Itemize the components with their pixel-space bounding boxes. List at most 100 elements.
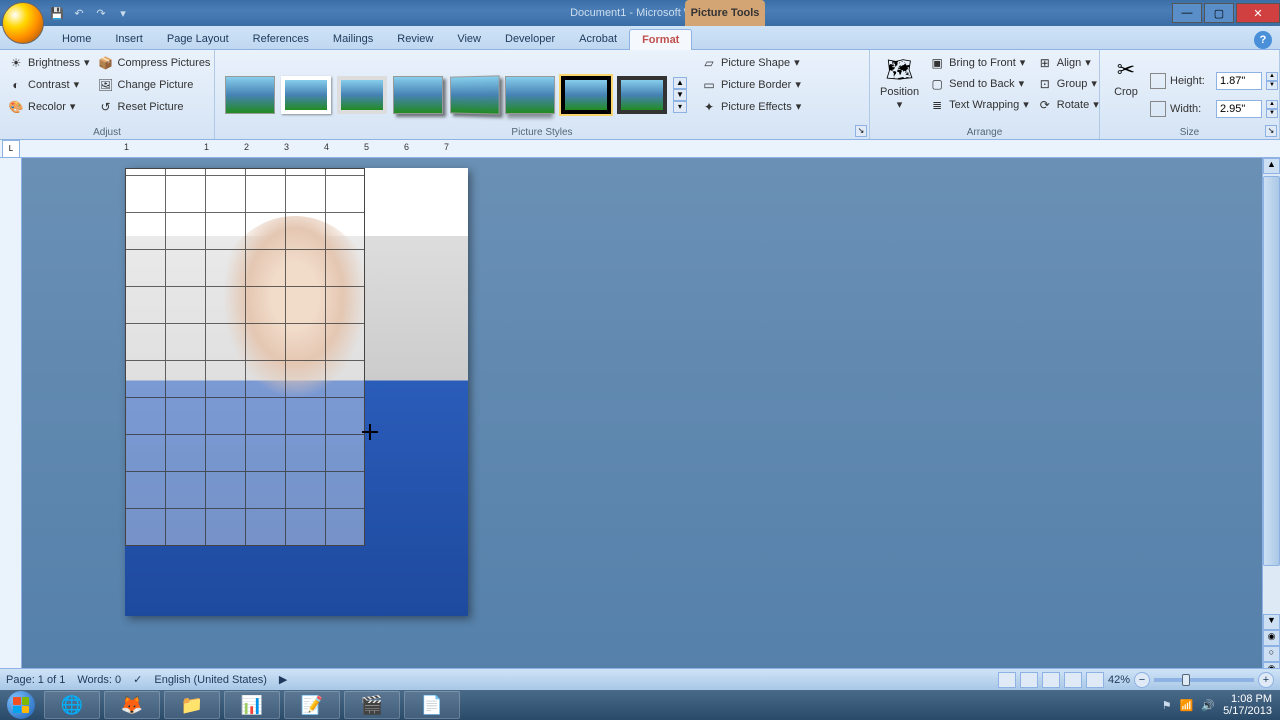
- height-icon: [1150, 73, 1166, 89]
- taskbar-firefox[interactable]: 🦊: [104, 691, 160, 719]
- brightness-button[interactable]: ☀Brightness ▾: [4, 52, 94, 73]
- maximize-button[interactable]: ▢: [1204, 3, 1234, 23]
- gallery-scroll-down[interactable]: ▼: [673, 89, 687, 101]
- width-input[interactable]: [1216, 100, 1262, 118]
- style-thumb-6[interactable]: [505, 76, 555, 114]
- zoom-slider-thumb[interactable]: [1182, 674, 1190, 686]
- group-button[interactable]: ⊡Group ▾: [1033, 73, 1103, 94]
- align-button[interactable]: ⊞Align ▾: [1033, 52, 1103, 73]
- style-thumb-2[interactable]: [281, 76, 331, 114]
- outline-view-button[interactable]: [1064, 672, 1082, 688]
- style-thumb-1[interactable]: [225, 76, 275, 114]
- height-spin-up[interactable]: ▲: [1266, 72, 1278, 81]
- tab-selector[interactable]: L: [2, 140, 20, 158]
- clock[interactable]: 1:08 PM 5/17/2013: [1223, 693, 1272, 717]
- style-thumb-3[interactable]: [337, 76, 387, 114]
- page-indicator[interactable]: Page: 1 of 1: [6, 674, 65, 686]
- proofing-icon[interactable]: ✓: [133, 673, 142, 686]
- picture-shape-button[interactable]: ▱Picture Shape ▾: [697, 52, 805, 73]
- rotate-button[interactable]: ⟳Rotate ▾: [1033, 94, 1103, 115]
- minimize-button[interactable]: —: [1172, 3, 1202, 23]
- size-dialog-launcher[interactable]: ↘: [1265, 125, 1277, 137]
- zoom-level[interactable]: 42%: [1108, 674, 1130, 686]
- vertical-scrollbar[interactable]: ▲ ▼ ◉ ○ ◉: [1262, 158, 1280, 678]
- height-spin-down[interactable]: ▼: [1266, 81, 1278, 90]
- close-button[interactable]: ✕: [1236, 3, 1280, 23]
- prev-page-button[interactable]: ◉: [1263, 630, 1280, 646]
- gallery-scroll-up[interactable]: ▲: [673, 77, 687, 89]
- redo-button[interactable]: ↷: [92, 4, 110, 22]
- gallery-more-button[interactable]: ▾: [673, 101, 687, 113]
- style-thumb-5[interactable]: [450, 75, 500, 114]
- width-spin-down[interactable]: ▼: [1266, 109, 1278, 118]
- help-button[interactable]: ?: [1254, 31, 1272, 49]
- vertical-ruler[interactable]: [0, 158, 22, 678]
- zoom-out-button[interactable]: −: [1134, 672, 1150, 688]
- tab-page-layout[interactable]: Page Layout: [155, 29, 241, 49]
- scroll-thumb[interactable]: [1263, 176, 1280, 566]
- taskbar-chrome[interactable]: 🌐: [44, 691, 100, 719]
- qat-customize[interactable]: ▾: [114, 4, 132, 22]
- contrast-button[interactable]: ◐Contrast ▾: [4, 74, 94, 95]
- tab-developer[interactable]: Developer: [493, 29, 567, 49]
- tab-references[interactable]: References: [241, 29, 321, 49]
- taskbar-notepad[interactable]: 📝: [284, 691, 340, 719]
- bring-to-front-button[interactable]: ▣Bring to Front ▾: [925, 52, 1033, 73]
- print-layout-view-button[interactable]: [998, 672, 1016, 688]
- tray-flag-icon[interactable]: ⚑: [1162, 699, 1172, 712]
- web-layout-view-button[interactable]: [1042, 672, 1060, 688]
- width-spin-up[interactable]: ▲: [1266, 100, 1278, 109]
- taskbar-explorer[interactable]: 📁: [164, 691, 220, 719]
- taskbar-media[interactable]: 🎬: [344, 691, 400, 719]
- tray-volume-icon[interactable]: 🔊: [1201, 699, 1215, 712]
- page[interactable]: [125, 168, 468, 616]
- picture-border-button[interactable]: ▭Picture Border ▾: [697, 74, 805, 95]
- office-button[interactable]: [2, 2, 44, 44]
- style-thumb-4[interactable]: [393, 76, 443, 114]
- recolor-button[interactable]: 🎨Recolor ▾: [4, 96, 94, 117]
- full-screen-view-button[interactable]: [1020, 672, 1038, 688]
- document-area[interactable]: [22, 158, 1280, 678]
- tab-review[interactable]: Review: [385, 29, 445, 49]
- styles-dialog-launcher[interactable]: ↘: [855, 125, 867, 137]
- tab-insert[interactable]: Insert: [103, 29, 155, 49]
- macro-indicator[interactable]: ▶: [279, 673, 287, 686]
- browse-object-button[interactable]: ○: [1263, 646, 1280, 662]
- tray-network-icon[interactable]: 📶: [1180, 699, 1194, 712]
- tab-mailings[interactable]: Mailings: [321, 29, 385, 49]
- quick-access-toolbar: 💾 ↶ ↷ ▾: [48, 0, 132, 26]
- height-label: Height:: [1170, 75, 1212, 87]
- scroll-down-button[interactable]: ▼: [1263, 614, 1280, 630]
- style-thumb-8[interactable]: [617, 76, 667, 114]
- horizontal-ruler[interactable]: L 1 1 2 3 4 5 6 7: [0, 140, 1280, 158]
- compress-pictures-button[interactable]: 📦Compress Pictures: [94, 52, 215, 73]
- send-to-back-button[interactable]: ▢Send to Back ▾: [925, 73, 1033, 94]
- scroll-up-button[interactable]: ▲: [1263, 158, 1280, 174]
- text-wrapping-button[interactable]: ≣Text Wrapping ▾: [925, 94, 1033, 115]
- change-picture-icon: 🖼: [98, 77, 114, 93]
- tab-home[interactable]: Home: [50, 29, 103, 49]
- tab-view[interactable]: View: [445, 29, 493, 49]
- language-indicator[interactable]: English (United States): [154, 674, 267, 686]
- crop-button[interactable]: ✂ Crop: [1104, 52, 1148, 137]
- zoom-slider[interactable]: [1154, 678, 1254, 682]
- taskbar-word[interactable]: 📄: [404, 691, 460, 719]
- zoom-in-button[interactable]: +: [1258, 672, 1274, 688]
- picture-effects-button[interactable]: ✦Picture Effects ▾: [697, 96, 805, 117]
- undo-button[interactable]: ↶: [70, 4, 88, 22]
- change-picture-button[interactable]: 🖼Change Picture: [94, 74, 215, 95]
- puzzle-overlay-picture[interactable]: [125, 168, 365, 546]
- reset-picture-button[interactable]: ↺Reset Picture: [94, 96, 215, 117]
- taskbar-excel[interactable]: 📊: [224, 691, 280, 719]
- tab-acrobat[interactable]: Acrobat: [567, 29, 629, 49]
- group-label-size: Size: [1100, 127, 1279, 138]
- word-count[interactable]: Words: 0: [77, 674, 121, 686]
- save-button[interactable]: 💾: [48, 4, 66, 22]
- rotate-icon: ⟳: [1037, 97, 1053, 113]
- position-button[interactable]: 🗺 Position ▾: [874, 52, 925, 137]
- height-input[interactable]: [1216, 72, 1262, 90]
- draft-view-button[interactable]: [1086, 672, 1104, 688]
- start-button[interactable]: [0, 690, 42, 720]
- style-thumb-7[interactable]: [561, 76, 611, 114]
- tab-format[interactable]: Format: [629, 29, 692, 50]
